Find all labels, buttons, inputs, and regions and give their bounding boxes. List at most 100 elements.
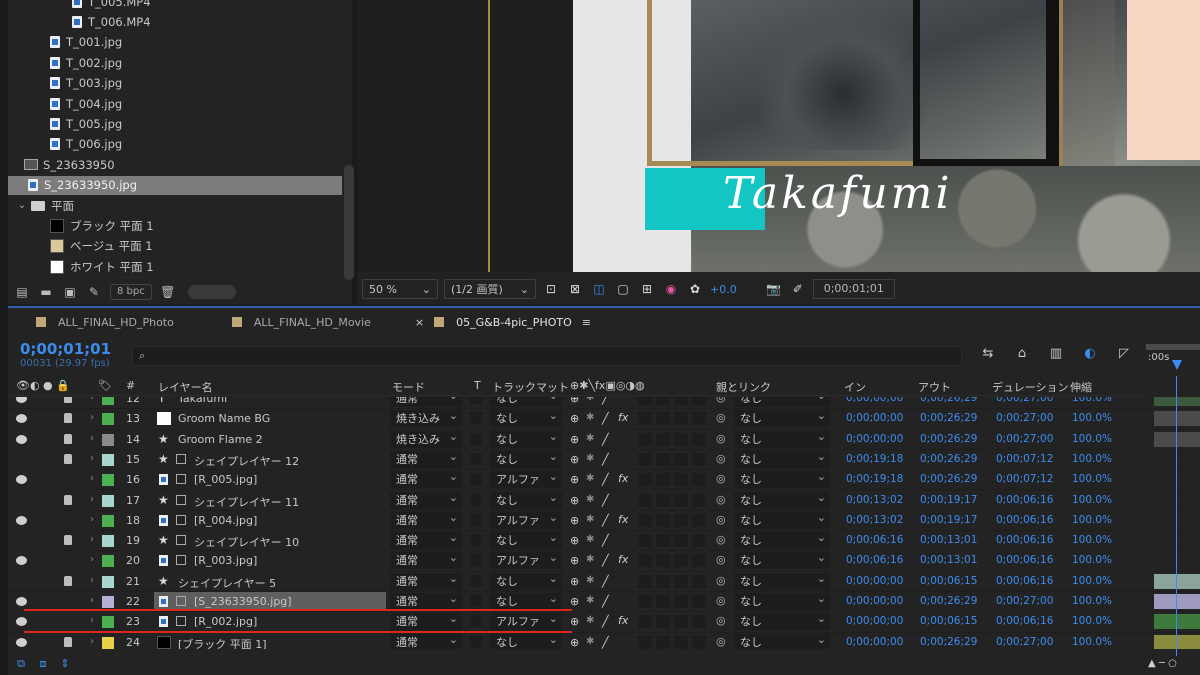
track-matte-header[interactable]: トラックマット [492,379,569,395]
preserve-transparency-checkbox[interactable] [470,574,482,587]
preserve-transparency-checkbox[interactable] [470,554,482,567]
preserve-transparency-checkbox[interactable] [470,397,482,404]
effects-switch-icon[interactable]: fx [618,614,628,627]
fast-preview-icon[interactable]: ⊡ [542,280,560,298]
chevron-right-icon[interactable]: › [90,494,94,505]
panel-menu-icon[interactable]: ≡ [582,316,591,329]
switch-box[interactable] [656,534,670,548]
quality-switch-icon[interactable]: ╱ [602,615,609,628]
pick-whip-icon[interactable]: ◎ [716,533,726,546]
parent-select[interactable]: なし [734,428,830,448]
layer-duration-bar[interactable] [1154,451,1200,467]
switch-box[interactable] [692,513,706,527]
project-item[interactable]: ホワイト 平面 1 [8,257,342,278]
preserve-transparency-checkbox[interactable] [470,452,482,465]
switch-box[interactable] [674,635,688,649]
stretch-value[interactable]: 100.0% [1072,534,1112,546]
graph-editor-icon[interactable]: ◸ [1114,344,1134,364]
layer-row[interactable]: › 20 [R_003.jpg] 通常 アルファ ⊕ ✱ ╱ fx ◎ なし 0;00;06;16 0;… [8,549,1200,572]
label-color-swatch[interactable] [102,616,114,629]
out-point[interactable]: 0;00;19;17 [920,514,977,526]
chevron-right-icon[interactable]: › [90,636,94,647]
switch-box[interactable] [656,615,670,629]
lock-icon[interactable] [64,494,72,505]
track-matte-select[interactable]: なし [490,590,562,610]
preserve-transparency-checkbox[interactable] [470,534,482,547]
layer-row[interactable]: › 12 T Takafumi 通常 なし ⊕ ✱ ╱ ◎ なし 0;00;00;00 0;00;26;… [8,397,1200,410]
layer-row[interactable]: › 15 ★ シェイプレイヤー 12 通常 なし ⊕ ✱ ╱ ◎ なし 0;00;19;18 0;00;… [8,448,1200,471]
stretch-value[interactable]: 100.0% [1072,453,1112,465]
chevron-right-icon[interactable]: › [90,615,94,626]
zoom-select[interactable]: 50 % ⌄ [362,279,438,299]
layer-row[interactable]: › 23 [R_002.jpg] 通常 アルファ ⊕ ✱ ╱ fx ◎ なし 0;00;00;00 0;… [8,610,1200,633]
switch-box[interactable] [692,473,706,487]
interpret-footage-icon[interactable]: ▤ [14,285,30,299]
layer-name-cell[interactable]: [R_002.jpg] [154,612,386,631]
quality-switch-icon[interactable]: ╱ [602,636,609,649]
frame-blending-icon[interactable]: ▥ [1046,344,1066,364]
collapse-switch-icon[interactable]: ✱ [586,595,594,606]
viewer-canvas[interactable]: Takafumi [358,0,1200,272]
lock-icon[interactable] [64,397,72,403]
effects-switch-icon[interactable]: fx [618,553,628,566]
parent-link-header[interactable]: 親とリンク [716,379,771,395]
quality-switch-icon[interactable]: ╱ [602,494,609,507]
layer-switches-toggle-icon[interactable]: ⧉ [14,658,28,670]
track-matte-select[interactable]: アルファ [490,468,562,489]
out-point[interactable]: 0;00;13;01 [920,534,977,546]
close-icon[interactable]: × [415,316,424,329]
track-matte-select[interactable]: アルファ [490,549,562,570]
shy-switch-icon[interactable]: ⊕ [570,412,579,425]
collapse-switch-icon[interactable]: ✱ [586,433,594,444]
pick-whip-icon[interactable]: ◎ [716,513,726,526]
shy-switch-icon[interactable]: ⊕ [570,636,579,649]
out-point[interactable]: 0;00;26;29 [920,595,977,607]
layer-duration-bar[interactable] [1154,492,1200,508]
collapse-switch-icon[interactable]: ✱ [586,453,594,464]
shy-switch-icon[interactable]: ⊕ [570,595,579,608]
switch-box[interactable] [656,397,670,405]
pick-whip-icon[interactable]: ◎ [716,397,726,404]
collapse-switch-icon[interactable]: ✱ [586,473,594,484]
parent-select[interactable]: なし [734,468,830,489]
region-of-interest-icon[interactable]: ▢ [614,280,632,298]
switch-box[interactable] [638,452,652,466]
layer-name-cell[interactable]: [R_005.jpg] [154,470,386,489]
duration-value[interactable]: 0;00;06;16 [996,575,1053,587]
chevron-right-icon[interactable]: › [90,514,94,525]
switch-box[interactable] [656,513,670,527]
stretch-header[interactable]: 伸縮 [1070,379,1092,395]
eye-icon[interactable] [16,617,27,627]
shy-switch-icon[interactable]: ⊕ [570,397,579,405]
pick-whip-icon[interactable]: ◎ [716,493,726,506]
lock-icon[interactable] [64,453,72,464]
blend-mode-select[interactable]: 通常 [390,397,462,407]
duration-value[interactable]: 0;00;06;16 [996,494,1053,506]
switch-box[interactable] [692,635,706,649]
preserve-transparency-checkbox[interactable] [470,412,482,425]
blend-mode-select[interactable]: 通常 [390,468,462,489]
quality-switch-icon[interactable]: ╱ [602,595,609,608]
out-point[interactable]: 0;00;26;29 [920,433,977,445]
switch-box[interactable] [674,615,688,629]
blend-mode-select[interactable]: 焼き込み [390,407,462,428]
duration-value[interactable]: 0;00;06;16 [996,534,1053,546]
blend-mode-select[interactable]: 通常 [390,529,462,550]
out-point[interactable]: 0;00;06;15 [920,575,977,587]
chevron-right-icon[interactable]: › [90,433,94,444]
switch-box[interactable] [638,635,652,649]
shy-switch-icon[interactable]: ⊕ [570,554,579,567]
quality-switch-icon[interactable]: ╱ [602,575,609,588]
eye-icon[interactable] [16,515,27,525]
layer-name-cell[interactable]: ★ シェイプレイヤー 11 [154,491,386,510]
eye-icon[interactable] [16,434,27,444]
switch-box[interactable] [638,615,652,629]
switch-box[interactable] [656,574,670,588]
out-point[interactable]: 0;00;13;01 [920,554,977,566]
switch-box[interactable] [674,432,688,446]
work-area-bar[interactable] [1146,344,1200,350]
current-time[interactable]: 0;00;01;01 [20,340,130,358]
quality-switch-icon[interactable]: ╱ [602,397,609,405]
quality-switch-icon[interactable]: ╱ [602,473,609,486]
stretch-value[interactable]: 100.0% [1072,575,1112,587]
